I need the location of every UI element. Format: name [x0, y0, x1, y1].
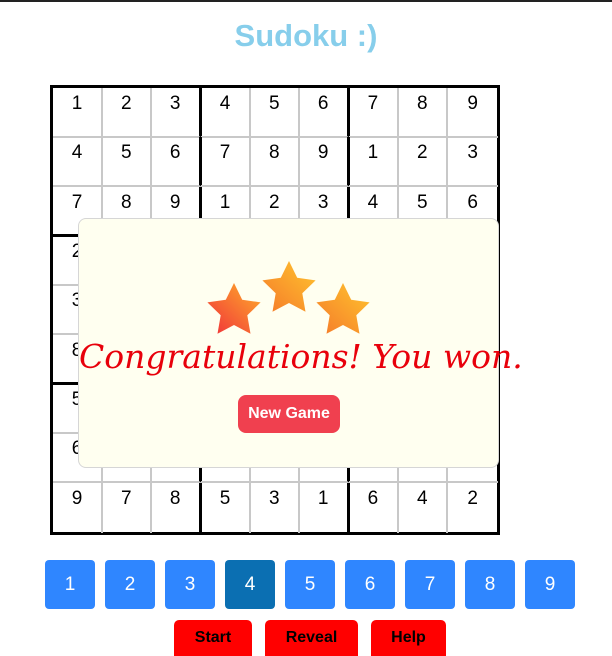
board-cell-r9-c6[interactable]: 1	[300, 482, 350, 533]
start-button[interactable]: Start	[174, 620, 252, 656]
board-cell-r2-c2[interactable]: 5	[102, 137, 153, 188]
board-cell-r2-c3[interactable]: 6	[151, 137, 202, 188]
board-cell-r1-c4[interactable]: 4	[200, 88, 251, 138]
board-cell-r1-c6[interactable]: 6	[299, 88, 350, 138]
number-button-9[interactable]: 9	[525, 560, 575, 609]
board-cell-r9-c9[interactable]: 2	[448, 483, 498, 533]
board-cell-r1-c9[interactable]: 9	[447, 88, 498, 138]
board-cell-r1-c8[interactable]: 8	[398, 88, 449, 138]
star-icon	[262, 261, 316, 312]
board-cell-r2-c9[interactable]: 3	[447, 137, 498, 188]
stars-graphic	[207, 261, 370, 334]
number-button-5[interactable]: 5	[285, 560, 335, 609]
board-cell-r9-c3[interactable]: 8	[152, 482, 202, 533]
board-cell-r1-c3[interactable]: 3	[151, 88, 202, 138]
board-cell-r9-c2[interactable]: 7	[102, 482, 153, 533]
new-game-button[interactable]: New Game	[238, 395, 340, 433]
board-cell-r2-c6[interactable]: 9	[299, 137, 350, 188]
board-cell-r2-c1[interactable]: 4	[53, 137, 103, 188]
board-cell-r9-c5[interactable]: 3	[250, 482, 301, 533]
board-cell-r1-c1[interactable]: 1	[53, 88, 103, 138]
number-button-1[interactable]: 1	[45, 560, 95, 609]
reveal-button[interactable]: Reveal	[265, 620, 358, 656]
number-button-3[interactable]: 3	[165, 560, 215, 609]
page-title: Sudoku :)	[234, 18, 378, 53]
board-cell-r9-c4[interactable]: 5	[201, 482, 251, 533]
win-dialog: Congratulations! You won. New Game	[78, 218, 523, 468]
board-cell-r9-c1[interactable]: 9	[53, 482, 103, 533]
star-icon	[207, 283, 261, 334]
board-cell-r2-c5[interactable]: 8	[250, 137, 301, 188]
top-border-line	[0, 0, 612, 2]
number-button-7[interactable]: 7	[405, 560, 455, 609]
star-icon	[316, 283, 370, 334]
board-cell-r2-c7[interactable]: 1	[348, 137, 399, 188]
board-cell-r1-c7[interactable]: 7	[348, 88, 399, 138]
number-button-6[interactable]: 6	[345, 560, 395, 609]
board-cell-r9-c7[interactable]: 6	[349, 482, 399, 533]
number-button-4[interactable]: 4	[225, 560, 275, 609]
board-cell-r9-c8[interactable]: 4	[398, 482, 449, 533]
number-button-2[interactable]: 2	[105, 560, 155, 609]
board-cell-r1-c5[interactable]: 5	[250, 88, 301, 138]
board-cell-r2-c8[interactable]: 2	[398, 137, 449, 188]
number-pad: 123456789	[45, 560, 585, 610]
board-cell-r1-c2[interactable]: 2	[102, 88, 153, 138]
number-button-8[interactable]: 8	[465, 560, 515, 609]
board-cell-r2-c4[interactable]: 7	[200, 137, 251, 188]
congratulations-message: Congratulations! You won.	[79, 337, 523, 376]
help-button[interactable]: Help	[371, 620, 446, 656]
